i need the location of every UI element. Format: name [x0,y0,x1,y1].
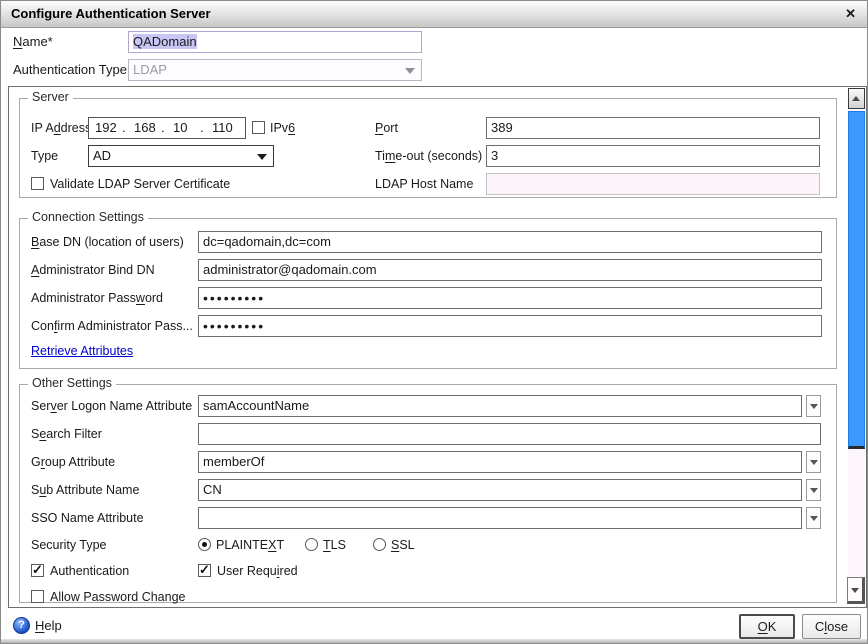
other-settings-group: Other Settings Server Logon Name Attribu… [19,384,837,603]
server-group: Server IP Address 192.168.10.110 ✓ IPv6 … [19,98,837,198]
group-attribute-label: Group Attribute [31,451,115,473]
scrollbar-up-button[interactable] [848,88,865,109]
plaintext-radio[interactable] [198,538,211,551]
chevron-down-icon [405,68,415,74]
ip-dot: . [161,118,173,138]
authentication-label: Authentication [50,560,129,582]
radio-dot-icon [202,542,207,547]
allow-password-change-checkbox[interactable]: ✓ [31,590,44,603]
admin-password-label: Administrator Password [31,287,163,309]
ipv6-label: IPv6 [270,117,295,139]
help-button[interactable]: ? Help [13,616,62,634]
user-required-checkbox[interactable]: ✓ [198,564,211,577]
titlebar: Configure Authentication Server ✕ [1,1,867,28]
group-attribute-input[interactable]: memberOf [198,451,802,473]
ssl-radio[interactable] [373,538,386,551]
close-icon[interactable]: ✕ [845,6,856,22]
authentication-checkbox[interactable]: ✓ [31,564,44,577]
search-filter-label: Search Filter [31,423,102,445]
ip-octet-1: 192 [95,118,122,138]
vertical-scrollbar[interactable] [847,87,866,607]
confirm-password-label: Confirm Administrator Pass... [31,315,193,337]
security-type-label: Security Type [31,534,107,556]
type-select[interactable]: AD [88,145,274,167]
port-label: Port [375,117,398,139]
password-dots: ••••••••• [203,318,265,334]
ip-address-field[interactable]: 192.168.10.110 [88,117,246,139]
name-value-selected-text: QADomain [133,34,197,49]
other-settings-legend: Other Settings [28,376,116,390]
auth-type-select: LDAP [128,59,422,81]
base-dn-label: Base DN (location of users) [31,231,184,253]
ipv6-checkbox[interactable]: ✓ [252,121,265,134]
server-logon-dropdown-button[interactable] [806,395,821,417]
scrollbar-down-button[interactable] [847,577,865,604]
base-dn-input[interactable]: dc=qadomain,dc=com [198,231,822,253]
sub-attribute-input[interactable]: CN [198,479,802,501]
auth-type-value: LDAP [133,62,167,77]
ssl-radio-label: SSL [391,534,415,556]
help-icon: ? [13,617,30,634]
password-dots: ••••••••• [203,290,265,306]
tls-radio-label: TLS [323,534,346,556]
server-logon-label: Server Logon Name Attribute [31,395,192,417]
plaintext-radio-label: PLAINTEXT [216,534,284,556]
group-attribute-dropdown-button[interactable] [806,451,821,473]
check-icon: ✓ [32,562,43,578]
server-group-legend: Server [28,90,73,104]
ldap-host-input[interactable] [486,173,820,195]
port-input[interactable]: 389 [486,117,820,139]
validate-cert-label: Validate LDAP Server Certificate [50,173,230,195]
search-filter-input[interactable] [198,423,821,445]
check-icon: ✓ [199,562,210,578]
scrollbar-thumb[interactable] [848,111,865,449]
server-logon-input[interactable]: samAccountName [198,395,802,417]
user-required-label: User Required [217,560,298,582]
ldap-host-label: LDAP Host Name [375,173,473,195]
ip-dot: . [200,118,212,138]
ok-button[interactable]: OK [739,614,795,639]
type-label: Type [31,145,58,167]
bind-dn-input[interactable]: administrator@qadomain.com [198,259,822,281]
retrieve-attributes-link[interactable]: Retrieve Attributes [31,344,133,358]
scroll-viewport: Server IP Address 192.168.10.110 ✓ IPv6 … [8,86,867,608]
help-label: Help [35,618,62,633]
connection-settings-group: Connection Settings Base DN (location of… [19,218,837,369]
type-value: AD [93,148,111,163]
name-input[interactable]: QADomain [128,31,422,53]
connection-settings-legend: Connection Settings [28,210,148,224]
chevron-down-icon [257,154,267,160]
auth-type-label: Authentication Type [13,59,127,81]
ip-octet-3: 10 [173,118,200,138]
validate-cert-checkbox[interactable]: ✓ [31,177,44,190]
ip-dot: . [122,118,134,138]
ip-octet-4: 110 [212,118,239,138]
form-content: Server IP Address 192.168.10.110 ✓ IPv6 … [9,87,847,607]
timeout-label: Time-out (seconds) [375,145,482,167]
dialog-bottom-edge [1,639,867,643]
sso-attribute-label: SSO Name Attribute [31,507,144,529]
ip-address-label: IP Address [31,117,91,139]
sub-attribute-dropdown-button[interactable] [806,479,821,501]
sso-attribute-input[interactable] [198,507,802,529]
confirm-password-input[interactable]: ••••••••• [198,315,822,337]
tls-radio[interactable] [305,538,318,551]
timeout-input[interactable]: 3 [486,145,820,167]
ip-octet-2: 168 [134,118,161,138]
sso-attribute-dropdown-button[interactable] [806,507,821,529]
close-button[interactable]: Close [802,614,861,639]
allow-password-change-label: Allow Password Change [50,586,186,608]
sub-attribute-label: Sub Attribute Name [31,479,139,501]
dialog-title: Configure Authentication Server [11,6,211,21]
bind-dn-label: Administrator Bind DN [31,259,155,281]
admin-password-input[interactable]: ••••••••• [198,287,822,309]
configure-authentication-server-dialog: Configure Authentication Server ✕ Name* … [0,0,868,644]
name-label: Name* [13,31,53,53]
